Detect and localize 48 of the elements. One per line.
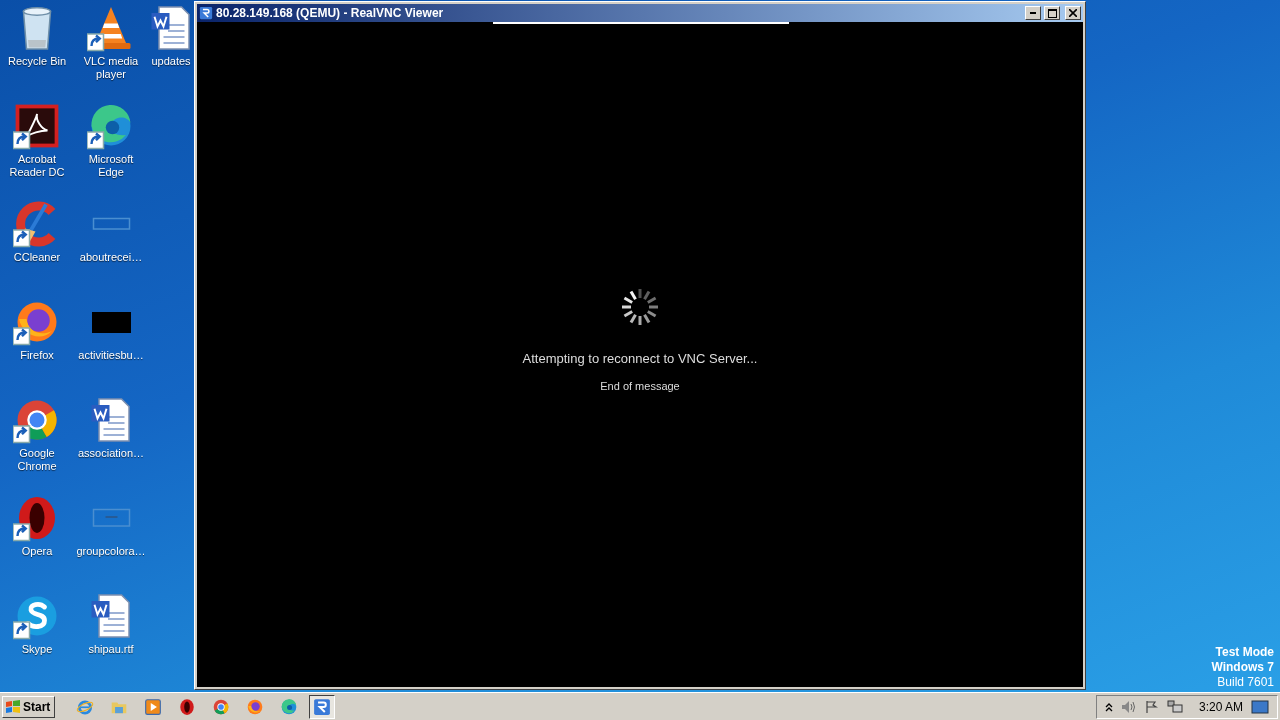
start-button[interactable]: Start — [2, 695, 56, 718]
maximize-icon — [1047, 8, 1057, 18]
desktop-icon[interactable]: Microsoft Edge — [74, 102, 148, 200]
desktop-icon[interactable]: Acrobat Reader DC — [0, 102, 74, 200]
minimize-button[interactable] — [1025, 6, 1041, 20]
app-icon — [199, 6, 213, 20]
desktop-icon[interactable]: updates — [148, 4, 194, 102]
network-icon[interactable] — [1166, 699, 1183, 714]
status-submessage: End of message — [600, 380, 680, 392]
chevron-icon[interactable] — [1104, 701, 1113, 712]
windows-flag-icon — [5, 699, 21, 714]
app-icon — [313, 697, 332, 716]
desktop-icon[interactable]: Recycle Bin — [0, 4, 74, 102]
desktop-icon[interactable]: activitiesbu… — [74, 298, 148, 396]
minimize-icon — [1030, 12, 1036, 14]
system-notice-text: Windows 7 — [1211, 660, 1274, 675]
globe-icon — [246, 697, 265, 716]
taskbar-button[interactable] — [309, 694, 336, 719]
desktop-icon[interactable]: Google Chrome — [0, 396, 74, 494]
window-title: 80.28.149.168 (QEMU) - RealVNC Viewer — [216, 6, 445, 20]
desktop-icon[interactable]: Firefox — [0, 298, 74, 396]
desktop-icon[interactable]: Skype — [0, 592, 74, 690]
desktop-icon[interactable]: association… — [74, 396, 148, 494]
flag-icon[interactable] — [1144, 699, 1159, 714]
file-icon — [91, 508, 131, 528]
swirl-icon — [280, 697, 299, 716]
ring-icon — [178, 697, 197, 716]
speaker-icon[interactable] — [1120, 699, 1137, 714]
desktop-icon[interactable]: groupcolora… — [74, 494, 148, 592]
loading-spinner-icon — [620, 287, 660, 327]
close-button[interactable] — [1065, 6, 1081, 20]
system-notice-text: Build 7601 — [1217, 675, 1274, 690]
desktop-icon[interactable]: VLC media player — [74, 4, 148, 102]
show-desktop-icon[interactable] — [1251, 697, 1269, 716]
desktop-icon[interactable]: Opera — [0, 494, 74, 592]
desktop-icon[interactable]: CCleaner — [0, 200, 74, 298]
play-icon — [144, 697, 163, 716]
image-file-icon — [91, 311, 131, 333]
desktop-icon[interactable]: shipau.rtf — [74, 592, 148, 690]
browser-icon — [212, 697, 231, 716]
file-icon — [91, 217, 131, 231]
status-message: Attempting to reconnect to VNC Server... — [522, 351, 758, 366]
close-icon — [1069, 9, 1077, 17]
desktop-icon[interactable]: aboutrecei… — [74, 200, 148, 298]
maximize-button[interactable] — [1044, 6, 1060, 20]
system-notice-text: Test Mode — [1215, 645, 1274, 660]
app-icon — [13, 102, 61, 150]
clock[interactable]: 3:20 AM — [1198, 699, 1243, 714]
